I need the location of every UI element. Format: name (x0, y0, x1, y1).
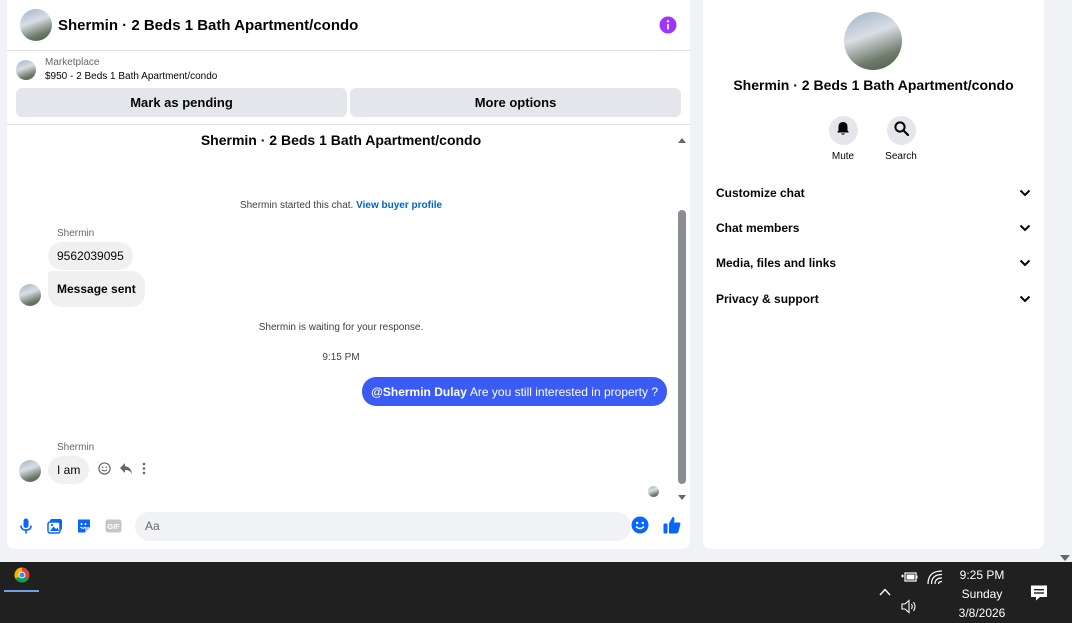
like-icon[interactable] (662, 515, 682, 535)
message-bubble[interactable]: I am (48, 456, 90, 484)
chevron-down-icon (1019, 292, 1031, 306)
volume-icon[interactable] (901, 599, 918, 614)
react-icon[interactable] (98, 462, 111, 475)
clock-day: Sunday (961, 587, 1003, 601)
listing-summary: $950 - 2 Beds 1 Bath Apartment/condo (45, 70, 218, 82)
sender-name: Shermin (57, 228, 95, 239)
scroll-down-arrow-icon[interactable] (678, 488, 686, 500)
listing-actions: Mark as pending More options (7, 88, 690, 125)
search-label: Search (885, 151, 917, 162)
composer: GIF (7, 511, 690, 541)
notification-icon[interactable] (1030, 584, 1048, 602)
mark-pending-button[interactable]: Mark as pending (16, 88, 347, 117)
sender-name: Shermin (57, 442, 95, 453)
page-scroll-down-arrow-icon[interactable] (1060, 549, 1070, 561)
profile-avatar[interactable] (844, 12, 902, 70)
listing-row[interactable]: Marketplace $950 - 2 Beds 1 Bath Apartme… (7, 51, 690, 88)
message-actions (98, 462, 147, 475)
section-label: Media, files and links (716, 256, 837, 270)
chat-header: Shermin · 2 Beds 1 Bath Apartment/condo (7, 0, 690, 51)
section-label: Customize chat (716, 186, 805, 200)
message-text: Are you still interested in property ? (469, 384, 658, 399)
emoji-icon[interactable] (631, 516, 649, 534)
customize-chat-section[interactable]: Customize chat (703, 176, 1044, 210)
time-separator: 9:15 PM (322, 352, 360, 363)
clock-time: 9:25 PM (959, 568, 1005, 582)
thread-title: Shermin · 2 Beds 1 Bath Apartment/condo (200, 132, 482, 148)
chat-panel: Shermin · 2 Beds 1 Bath Apartment/condo … (7, 0, 690, 549)
chat-started-text: Shermin started this chat. (239, 200, 354, 211)
privacy-support-section[interactable]: Privacy & support (703, 282, 1044, 316)
chevron-down-icon (1019, 256, 1031, 270)
reply-icon[interactable] (119, 462, 133, 475)
section-label: Privacy & support (716, 292, 819, 306)
search-button[interactable] (886, 116, 916, 145)
details-panel: Shermin · 2 Beds 1 Bath Apartment/condo … (703, 0, 1044, 549)
bell-icon (836, 121, 850, 141)
more-icon[interactable] (141, 462, 147, 475)
waiting-notice: Shermin is waiting for your response. (258, 322, 424, 333)
mute-label: Mute (831, 151, 855, 162)
message-bubble[interactable]: Message sent (48, 271, 145, 307)
mic-icon[interactable] (17, 517, 35, 535)
system-clock[interactable]: 9:25 PM Sunday 3/8/2026 (948, 566, 1016, 623)
chat-started-notice: Shermin started this chat. View buyer pr… (7, 200, 675, 211)
chevron-down-icon (1019, 186, 1031, 200)
gif-icon[interactable]: GIF (104, 517, 122, 535)
more-options-button[interactable]: More options (350, 88, 681, 117)
chat-members-section[interactable]: Chat members (703, 211, 1044, 245)
message-input[interactable] (135, 511, 631, 541)
scroll-thumb[interactable] (678, 210, 686, 484)
taskbar: 9:25 PM Sunday 3/8/2026 (0, 562, 1072, 623)
message-bubble[interactable]: 9562039095 (48, 242, 133, 270)
chevron-down-icon (1019, 221, 1031, 235)
media-files-links-section[interactable]: Media, files and links (703, 246, 1044, 280)
search-action[interactable]: Search (871, 116, 931, 162)
profile-name: Shermin · 2 Beds 1 Bath Apartment/condo (733, 77, 1014, 93)
sender-avatar[interactable] (19, 460, 41, 482)
sticker-icon[interactable] (75, 517, 93, 535)
battery-icon[interactable] (901, 570, 918, 584)
chevron-up-icon[interactable] (878, 585, 892, 599)
read-receipt-avatar (648, 486, 659, 497)
listing-thumbnail (16, 59, 36, 80)
chat-title[interactable]: Shermin · 2 Beds 1 Bath Apartment/condo (58, 17, 659, 34)
search-icon (893, 120, 909, 141)
message-thread: Shermin · 2 Beds 1 Bath Apartment/condo … (7, 130, 690, 500)
mute-action[interactable]: Mute (813, 116, 873, 162)
chat-avatar[interactable] (20, 9, 52, 41)
svg-text:GIF: GIF (107, 522, 120, 531)
view-buyer-profile-link[interactable]: View buyer profile (356, 200, 442, 211)
outgoing-message-bubble[interactable]: @Shermin Dulay Are you still interested … (362, 377, 667, 406)
photo-icon[interactable] (46, 517, 64, 535)
mention[interactable]: @Shermin Dulay (371, 385, 467, 399)
sender-avatar[interactable] (19, 284, 41, 306)
info-icon[interactable] (659, 16, 677, 34)
thread-scrollbar[interactable] (678, 132, 686, 500)
chrome-icon (13, 567, 30, 588)
chrome-taskbar-button[interactable] (4, 562, 39, 592)
wifi-icon[interactable] (927, 570, 943, 585)
clock-date: 3/8/2026 (958, 606, 1006, 620)
mute-button[interactable] (828, 116, 858, 145)
listing-source: Marketplace (45, 56, 100, 68)
section-label: Chat members (716, 221, 800, 235)
scroll-up-arrow-icon[interactable] (678, 132, 686, 143)
